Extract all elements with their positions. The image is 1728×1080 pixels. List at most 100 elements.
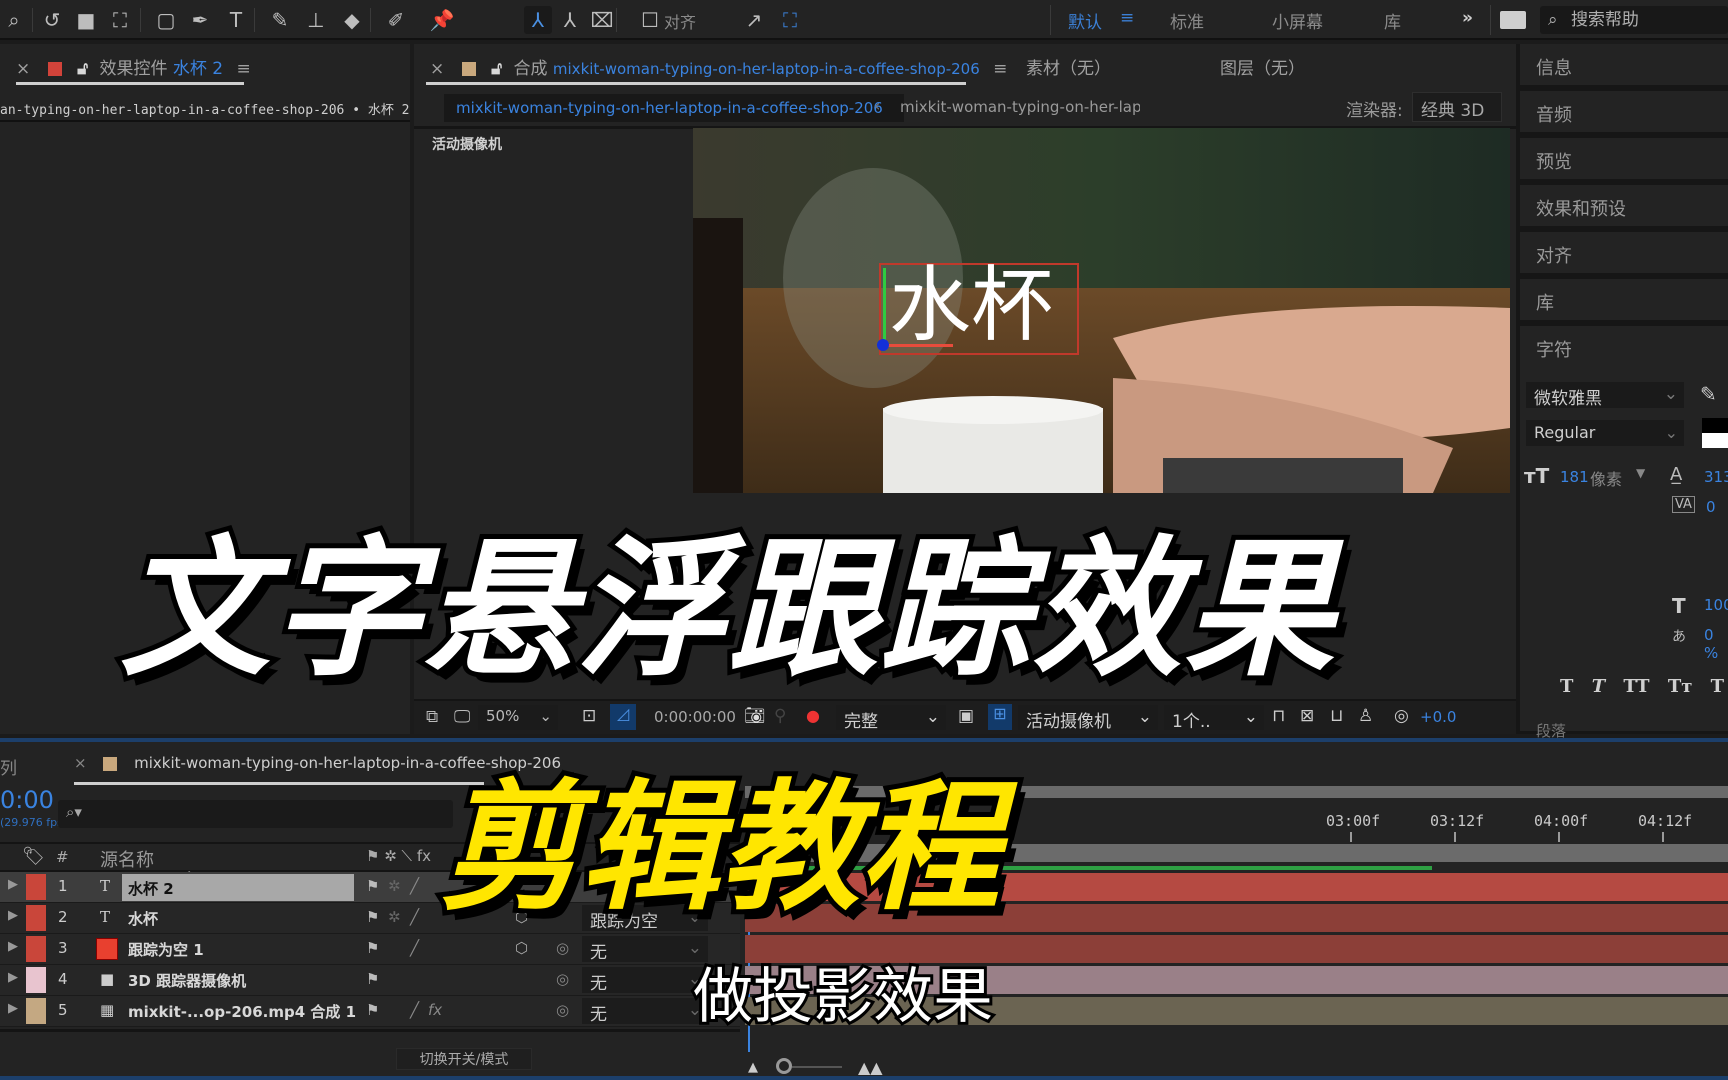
fx-switch-icon[interactable]: fx [428,1001,442,1019]
search-help-input[interactable]: ⌕ 搜索帮助 [1540,6,1728,34]
parent-pickwhip-icon[interactable]: ◎ [556,970,569,988]
leading-value[interactable]: 313 [1704,468,1728,486]
flowchart-next-comp[interactable]: mixkit-woman-typing-on-her-laptop-in-a-c… [900,98,1140,116]
layer-name[interactable]: 水杯 2 [122,874,354,901]
clone-stamp-icon[interactable]: ⊥ [302,6,330,34]
composition-tab[interactable]: × 🔓︎ 合成 mixkit-woman-typing-on-her-lapto… [430,54,1007,79]
quality-switch-icon[interactable]: ╱ [410,939,419,957]
world-axis-mode-icon[interactable]: ⅄ [556,6,584,34]
layer-name[interactable]: 水杯 [128,908,158,929]
safe-zones-icon[interactable]: ⊡ [582,706,596,726]
panel-effects-presets[interactable]: 效果和预设 [1520,185,1728,229]
comp-text-layer[interactable]: 水杯 [889,260,1053,352]
workspace-default[interactable]: 默认 [1068,8,1102,33]
panel-menu-icon[interactable]: ≡ [993,59,1007,79]
column-source-name[interactable]: 源名称 [100,846,154,872]
panel-info[interactable]: 信息 [1520,44,1728,88]
local-axis-mode-icon[interactable]: ⅄ [524,6,552,34]
workspace-small-screen[interactable]: 小屏幕 [1272,8,1323,33]
timeline-current-time[interactable]: 0:00 [0,786,54,814]
parent-pickwhip-icon[interactable]: ◎ [556,939,569,957]
panel-align[interactable]: 对齐 [1520,232,1728,276]
timeline-icon[interactable]: ⊔ [1330,706,1343,726]
all-caps-button[interactable]: TT [1623,676,1649,697]
font-style-select[interactable]: Regular ⌄ [1526,420,1684,446]
monitor-icon[interactable]: 🖵︎ [454,707,470,727]
workspace-library[interactable]: 库 [1384,8,1401,33]
view-layout-select[interactable]: 1个.. ⌄ [1164,705,1264,732]
brush-tool-icon[interactable]: ✎ [266,6,294,34]
shy-switch-icon[interactable]: ⚑ [366,908,379,926]
expand-triangle-icon[interactable]: ▶ [8,908,18,923]
expand-triangle-icon[interactable]: ▶ [8,877,18,892]
anchor-point[interactable] [877,339,889,351]
x-axis-gizmo[interactable] [883,344,953,347]
lock-icon[interactable]: 🔓︎ [491,59,502,79]
workspace-standard[interactable]: 标准 [1170,8,1204,33]
label-color-swatch[interactable] [26,936,46,962]
close-icon[interactable]: × [430,59,444,79]
renderer-select[interactable]: 经典 3D [1412,92,1502,122]
close-icon[interactable]: × [74,754,87,772]
quality-switch-icon[interactable]: ╱ [410,877,419,895]
faux-bold-button[interactable]: T [1560,676,1573,697]
camera-view-select[interactable]: 活动摄像机 ⌄ [1018,705,1158,732]
eyedropper-icon[interactable]: ✎ [1700,382,1717,406]
fast-preview-icon[interactable]: ⊠ [1300,706,1314,726]
flowchart-icon[interactable]: ♙ [1358,706,1373,726]
layer-row[interactable]: ▶ 3 跟踪为空 1 ⚑ ╱ ⬡ ◎ 无 ⌄ [0,934,740,965]
rectangle-tool-icon[interactable]: ▢ [152,6,180,34]
layer-name[interactable]: 3D 跟踪器摄像机 [128,970,246,991]
always-preview-icon[interactable]: ⧉ [426,707,438,727]
label-color-swatch[interactable] [26,905,46,931]
superscript-button[interactable]: T [1711,676,1724,697]
flowchart-active-comp[interactable]: mixkit-woman-typing-on-her-laptop-in-a-c… [444,94,904,122]
label-color-swatch[interactable] [26,874,46,900]
parent-select[interactable]: 无 ⌄ [582,998,708,1025]
search-icon[interactable]: ⌕ [0,6,28,34]
quality-switch-icon[interactable]: ╱ [410,1001,419,1019]
color-channels-icon[interactable]: ● [806,706,820,725]
pan-behind-tool-icon[interactable]: ⛶ [106,6,134,34]
zoom-in-icon[interactable]: ▲▲ [858,1058,883,1077]
exposure-value[interactable]: +0.0 [1420,708,1456,726]
sync-settings-icon[interactable] [1500,11,1526,29]
chevron-down-icon[interactable]: ▼ [1636,466,1645,480]
snap-grid-icon[interactable]: ⛶ [776,6,804,34]
magnification-select[interactable]: 50% ⌄ [478,705,558,730]
rotate-tool-icon[interactable]: ↺ [38,6,66,34]
mask-visibility-icon[interactable]: ◿ [610,704,636,730]
expand-triangle-icon[interactable]: ▶ [8,1001,18,1016]
shy-switch-icon[interactable]: ⚑ [366,877,379,895]
parent-pickwhip-icon[interactable]: ◎ [556,1001,569,1019]
region-of-interest-icon[interactable]: ▣ [958,706,974,726]
panel-menu-icon[interactable]: ≡ [237,59,251,79]
layer-row[interactable]: ▶ 5 ▦ mixkit-...op-206.mp4 合成 1 ⚑ ╱ fx ◎ 无 ⌄ [0,996,740,1027]
close-icon[interactable]: × [16,59,30,79]
shy-switch-icon[interactable]: ⚑ [366,939,379,957]
snap-checkbox-icon[interactable]: ☐ [636,6,664,34]
zoom-slider-handle[interactable] [776,1058,792,1074]
puppet-pin-icon[interactable]: 📌 [428,6,456,34]
expand-triangle-icon[interactable]: ▶ [8,970,18,985]
vertical-scale-value[interactable]: 100 [1704,596,1728,614]
parent-select[interactable]: 无 ⌄ [582,967,708,994]
small-caps-button[interactable]: Tт [1668,676,1693,697]
snap-feather-icon[interactable]: ↗ [740,6,768,34]
composition-viewer[interactable]: 水杯 [693,128,1510,493]
fill-stroke-color-swatch[interactable] [1702,418,1728,448]
resolution-select[interactable]: 完整 ⌄ [836,705,946,732]
font-family-select[interactable]: 微软雅黑 ⌄ [1526,382,1684,409]
faux-italic-button[interactable]: T [1592,676,1605,697]
transparency-grid-icon[interactable]: ⊞ [988,704,1012,730]
zoom-slider-track[interactable] [792,1066,842,1068]
workspace-overflow-icon[interactable]: » [1462,8,1473,28]
tracking-value[interactable]: 0 [1706,498,1716,516]
text-tool-icon[interactable]: T [222,6,250,34]
footage-tab[interactable]: 素材（无） [1026,54,1111,79]
panel-libraries[interactable]: 库 [1520,279,1728,323]
pen-tool-icon[interactable]: ✒ [186,6,214,34]
layer-name[interactable]: mixkit-...op-206.mp4 合成 1 [128,1001,356,1022]
render-queue-tab[interactable]: 列 [0,754,17,779]
label-color-swatch[interactable] [26,998,46,1024]
